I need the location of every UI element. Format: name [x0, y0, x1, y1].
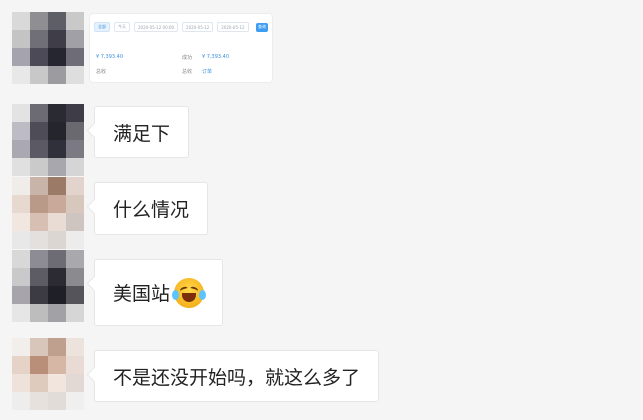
- screenshot-label: 总收: [96, 69, 107, 75]
- avatar[interactable]: [12, 338, 84, 410]
- screenshot-label: 成功: [182, 55, 193, 61]
- message-bubble[interactable]: 美国站: [94, 259, 224, 326]
- screenshot-tab: 全部: [94, 22, 110, 32]
- message-text: 不是还没开始吗，就这么多了: [113, 366, 361, 389]
- message-text: 满足下: [113, 122, 171, 145]
- chat-window: 全部 今天 2020-05-12 00:00 2020-05-12 2020-0…: [0, 0, 643, 420]
- screenshot-tab: 2020-05-12: [217, 22, 249, 32]
- screenshot-tab: 2020-05-12 00:00: [134, 22, 179, 32]
- screenshot-label: 总收: [182, 69, 193, 75]
- screenshot-value: ¥ 7,393.40: [202, 54, 230, 60]
- avatar[interactable]: [12, 12, 84, 84]
- screenshot-toolbar: 全部 今天 2020-05-12 00:00 2020-05-12 2020-0…: [94, 22, 268, 32]
- message-bubble[interactable]: 不是还没开始吗，就这么多了: [94, 350, 380, 402]
- avatar[interactable]: [12, 250, 84, 322]
- message-bubble[interactable]: 满足下: [94, 106, 190, 158]
- message-bubble[interactable]: 什么情况: [94, 182, 209, 235]
- screenshot-value: ¥ 7,393.40: [96, 54, 124, 60]
- screenshot-image[interactable]: 全部 今天 2020-05-12 00:00 2020-05-12 2020-0…: [90, 14, 272, 82]
- rolling-on-floor-laughing-icon: [172, 277, 207, 308]
- avatar[interactable]: [12, 177, 84, 249]
- screenshot-value: 订单: [202, 69, 213, 75]
- screenshot-tab: 2020-05-12: [182, 22, 214, 32]
- message-text: 美国站: [113, 283, 171, 305]
- screenshot-tab: 今天: [114, 22, 130, 32]
- screenshot-search-button: 查询: [256, 22, 268, 32]
- avatar[interactable]: [12, 104, 84, 176]
- message-text: 什么情况: [113, 199, 190, 221]
